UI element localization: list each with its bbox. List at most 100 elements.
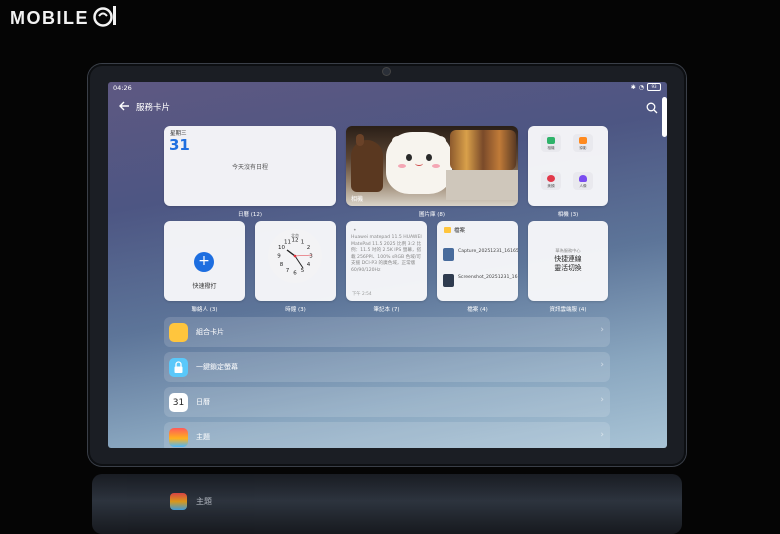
plush-left-ear: [392, 136, 404, 146]
chevron-right-icon: ›: [600, 325, 604, 335]
reflected-theme-icon: [170, 493, 187, 510]
tablet-reflection: 主題: [92, 474, 682, 534]
brand-text: MOBILE: [10, 7, 89, 28]
plush-left-cheek: [398, 164, 406, 168]
svg-text:1: 1: [301, 240, 305, 246]
svg-text:4: 4: [307, 262, 311, 268]
photo-caption: 相機: [351, 196, 364, 203]
add-contact-button[interactable]: +: [194, 252, 214, 272]
plush-mouth: [415, 161, 423, 166]
list-item-lock-screen[interactable]: 一鍵鎖定螢幕 ›: [164, 352, 610, 382]
svg-text:5: 5: [301, 268, 305, 274]
folder-icon: [444, 227, 451, 233]
camera-tile-label: 相機: [547, 146, 555, 150]
camera-tile-label: 人像: [579, 184, 587, 188]
chocolate-bunny-figure: [351, 140, 383, 192]
calendar-icon: 31: [169, 393, 188, 412]
gallery-card-label: 圖片庫 (8): [418, 212, 446, 218]
camera-card-label: 相機 (3): [557, 212, 579, 218]
file-item[interactable]: Screenshot_20251231_161639_co...: [443, 273, 518, 289]
theme-icon: [169, 428, 188, 447]
camera-video-icon: [579, 137, 587, 144]
calendar-icon-date: 31: [172, 398, 185, 408]
camera-beauty-icon: [547, 175, 555, 182]
huawei-service-headline: 快捷連線 靈活切換: [528, 255, 608, 273]
chevron-right-icon: ›: [600, 360, 604, 370]
status-icons: ✱ ◔ 93: [631, 83, 661, 91]
background-shelf: [446, 170, 518, 200]
mobile01-watermark: MOBILE: [10, 6, 118, 30]
page-title: 服務卡片: [136, 103, 171, 113]
huawei-card-label: 資訊雲端服 (4): [549, 307, 587, 313]
svg-text:9: 9: [277, 254, 281, 260]
files-header: 檔案: [444, 226, 465, 234]
side-scroll-handle[interactable]: [662, 97, 667, 137]
contacts-card[interactable]: + 快速撥打: [164, 221, 245, 301]
list-item-label: 主題: [196, 433, 210, 441]
svg-text:2: 2: [307, 245, 311, 251]
list-item-label: 日曆: [196, 398, 210, 406]
file-name: Screenshot_20251231_161639_co...: [458, 275, 518, 280]
battery-icon: 93: [647, 83, 661, 91]
files-title: 檔案: [454, 228, 466, 234]
gallery-photo-card[interactable]: 相機: [346, 126, 518, 206]
camera-tile-label: 錄影: [579, 146, 587, 150]
files-card[interactable]: 檔案 Capture_20251231_161656.jpg Screensho…: [437, 221, 518, 301]
camera-tile-video[interactable]: 錄影: [573, 134, 593, 152]
huawei-headline-line1: 快捷連線: [554, 255, 582, 263]
reflected-theme-label: 主題: [196, 497, 212, 506]
chocolate-bunny-ear: [356, 134, 364, 146]
list-item-calendar[interactable]: 31 日曆 ›: [164, 387, 610, 417]
plush-right-eye: [426, 154, 432, 161]
list-item-combo-card[interactable]: 組合卡片 ›: [164, 317, 610, 347]
note-body-text: Huawei matepad 11.5 HUAWEI MatePad 11.5 …: [351, 235, 422, 273]
plush-left-eye: [406, 154, 412, 161]
clock-card[interactable]: 北京 12 1 2 345 678 9 10 11: [255, 221, 336, 301]
camera-tile-portrait[interactable]: 人像: [573, 172, 593, 190]
svg-text:11: 11: [284, 240, 291, 246]
analog-clock-icon: 北京 12 12 345 678 91011: [268, 229, 322, 283]
notes-card-label: 筆記本 (7): [373, 307, 400, 313]
svg-text:10: 10: [278, 245, 285, 251]
plush-toy-figure: [386, 132, 452, 194]
svg-text:6: 6: [293, 271, 297, 277]
svg-text:8: 8: [280, 262, 284, 268]
calendar-empty-text: 今天沒有日程: [231, 164, 268, 171]
file-name: Capture_20251231_161656.jpg: [458, 249, 518, 254]
notes-card[interactable]: • Huawei matepad 11.5 HUAWEI MatePad 11.…: [346, 221, 427, 301]
list-item-label: 組合卡片: [196, 328, 224, 336]
camera-tile-photo[interactable]: 相機: [541, 134, 561, 152]
note-timestamp: 下午 2:54: [352, 292, 372, 297]
file-item[interactable]: Capture_20251231_161656.jpg: [443, 247, 518, 263]
calendar-card[interactable]: 星期三 31 今天沒有日程: [164, 126, 336, 206]
list-item-label: 一鍵鎖定螢幕: [196, 363, 238, 371]
search-icon[interactable]: [646, 102, 658, 114]
combo-card-icon: [169, 323, 188, 342]
note-bullet-icon: •: [353, 227, 357, 234]
bluetooth-icon: ✱: [630, 83, 636, 91]
calendar-card-label: 日曆 (12): [237, 212, 263, 218]
tablet-screen: 04:26 ✱ ◔ 93 服務卡片 星期三 31 今天沒有日程 日曆 (12): [108, 82, 667, 448]
back-arrow-icon[interactable]: [117, 99, 131, 113]
chevron-right-icon: ›: [600, 430, 604, 440]
chevron-right-icon: ›: [600, 395, 604, 405]
camera-tile-label: 美顏: [547, 184, 555, 188]
camera-tile-beauty[interactable]: 美顏: [541, 172, 561, 190]
wifi-icon: ◔: [638, 83, 644, 91]
clock-card-label: 時鐘 (3): [285, 307, 306, 313]
front-camera-icon: [383, 68, 390, 75]
camera-card[interactable]: 相機 錄影 美顏 人像: [528, 126, 608, 206]
huawei-service-card[interactable]: 華為服務中心 快捷連線 靈活切換: [528, 221, 608, 301]
svg-text:12: 12: [292, 238, 299, 244]
lock-icon: [169, 358, 188, 377]
huawei-service-caption: 華為服務中心: [555, 248, 581, 253]
image-file-icon: [443, 248, 454, 261]
contacts-quick-dial-text: 快速撥打: [192, 283, 217, 290]
plush-right-ear: [434, 136, 446, 146]
status-time: 04:26: [113, 84, 132, 92]
list-item-theme[interactable]: 主題 ›: [164, 422, 610, 448]
plush-right-cheek: [432, 164, 440, 168]
huawei-headline-line2: 靈活切換: [554, 264, 582, 272]
calendar-date: 31: [169, 136, 190, 154]
brand-logo-icon: [92, 4, 118, 32]
